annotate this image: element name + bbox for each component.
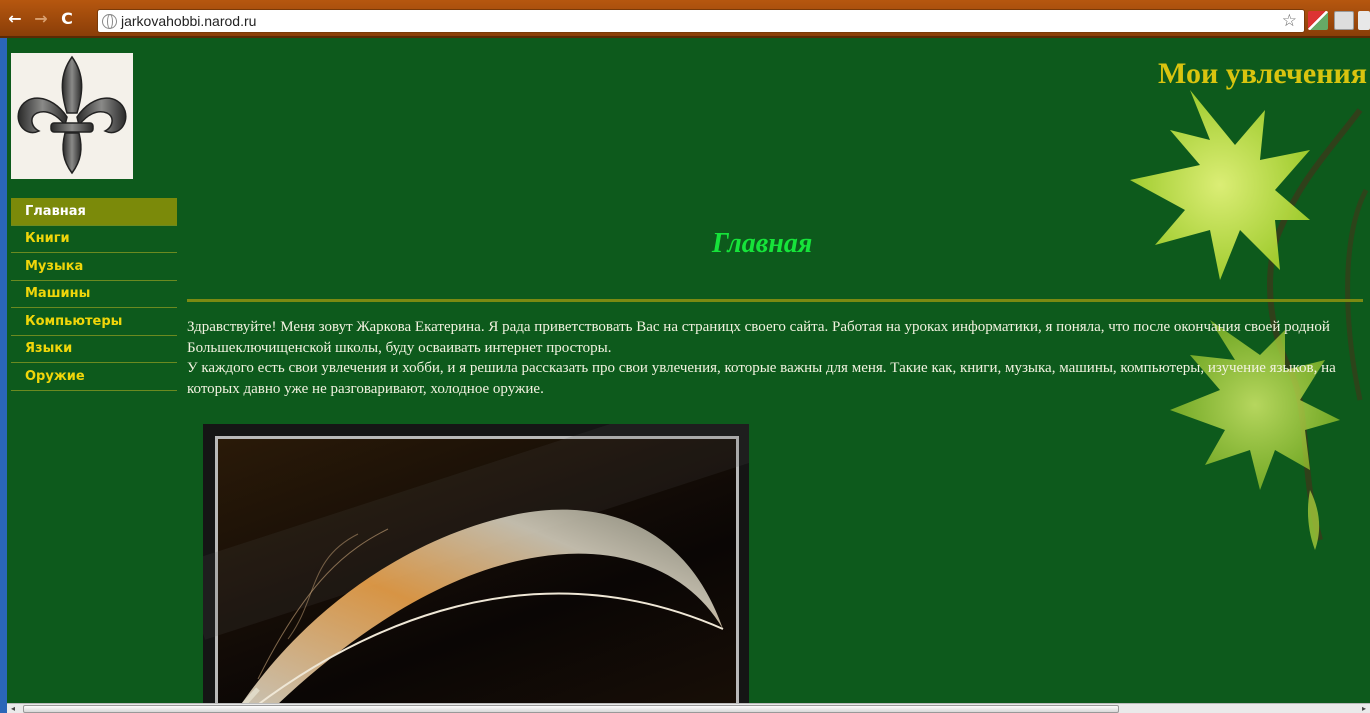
- browser-toolbar: ← → C jarkovahobbi.narod.ru ☆: [0, 0, 1370, 38]
- menu-item-weapons[interactable]: Оружие: [11, 363, 177, 391]
- fleur-de-lis-icon: [17, 55, 127, 175]
- scrollbar-thumb[interactable]: [23, 705, 1119, 713]
- back-icon[interactable]: ←: [4, 7, 26, 29]
- menu-item-computers[interactable]: Компьютеры: [11, 308, 177, 336]
- reload-icon[interactable]: C: [56, 7, 78, 29]
- menu-item-languages[interactable]: Языки: [11, 336, 177, 363]
- sidebar-menu: Главная Книги Музыка Машины Компьютеры Я…: [11, 198, 177, 391]
- heading-divider: [187, 299, 1363, 302]
- extension-icon[interactable]: [1334, 11, 1354, 30]
- forward-icon[interactable]: →: [30, 7, 52, 29]
- menu-item-home[interactable]: Главная: [11, 198, 177, 226]
- extension-icon[interactable]: [1308, 11, 1328, 30]
- horizontal-scrollbar[interactable]: ◂ ▸: [7, 703, 1370, 713]
- intro-paragraph: Здравствуйте! Меня зовут Жаркова Екатери…: [187, 319, 1330, 356]
- scroll-right-icon[interactable]: ▸: [1358, 704, 1370, 713]
- bookmark-star-icon[interactable]: ☆: [1282, 11, 1297, 31]
- site-logo: [11, 53, 133, 179]
- address-bar[interactable]: jarkovahobbi.narod.ru ☆: [97, 9, 1305, 33]
- scroll-left-icon[interactable]: ◂: [7, 704, 19, 713]
- menu-item-books[interactable]: Книги: [11, 226, 177, 253]
- maple-leaves-decoration: [1130, 90, 1369, 550]
- feather-photo: [203, 424, 749, 713]
- window-frame: [0, 38, 7, 713]
- page-title: Главная: [712, 228, 813, 259]
- globe-icon: [102, 13, 117, 29]
- hobbies-paragraph: У каждого есть свои увлечения и хобби, и…: [187, 360, 1336, 397]
- site-title: Мои увлечения: [1158, 57, 1367, 90]
- feather-image: [232, 509, 724, 713]
- main-content: Здравствуйте! Меня зовут Жаркова Екатери…: [187, 317, 1357, 399]
- photo-frame: [215, 436, 739, 713]
- menu-item-music[interactable]: Музыка: [11, 253, 177, 281]
- menu-icon[interactable]: [1358, 11, 1370, 30]
- address-url[interactable]: jarkovahobbi.narod.ru: [121, 13, 256, 29]
- menu-item-cars[interactable]: Машины: [11, 281, 177, 308]
